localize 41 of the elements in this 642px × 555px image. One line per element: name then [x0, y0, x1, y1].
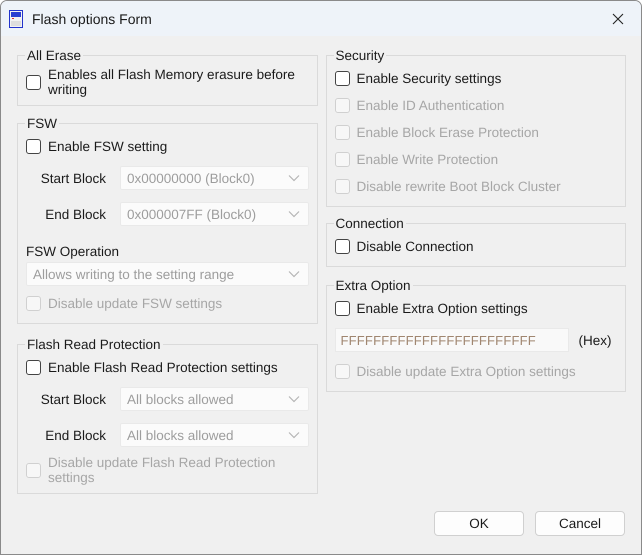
checkbox[interactable] [334, 239, 350, 254]
checkbox-label: Enable ID Authentication [356, 98, 504, 113]
checkbox-label: Disable update Flash Read Protection settings [48, 455, 276, 485]
app-icon [9, 10, 23, 28]
checkbox-label: Enable FSW setting [48, 139, 168, 154]
chevron-icon [288, 270, 300, 278]
checkbox-label: Disable update Extra Option settings [356, 364, 576, 379]
checkbox[interactable] [334, 301, 350, 316]
group-title: All Erase [26, 48, 82, 63]
checkbox-label: Disable update FSW settings [48, 296, 222, 311]
group-title: FSW [26, 116, 58, 131]
chevron-icon [288, 431, 300, 439]
field-label: Start Block [40, 392, 106, 406]
checkbox[interactable] [26, 360, 41, 375]
checkbox[interactable] [334, 71, 350, 86]
close-icon [612, 12, 624, 24]
checkbox-label: Enable Block Erase Protection [356, 125, 539, 140]
chevron-icon [288, 395, 300, 403]
field-label: FSW Operation [26, 243, 120, 261]
dialog-button[interactable]: Cancel [535, 511, 625, 536]
checkbox-label: Disable rewrite Boot Block Cluster [356, 179, 561, 194]
chevron-icon [288, 210, 300, 218]
window-title: Flash options Form [32, 10, 152, 26]
unit-label: (Hex) [578, 332, 612, 348]
field-label: End Block [44, 428, 106, 442]
checkbox-label: Disable Connection [356, 239, 474, 254]
checkbox-label: Enable Flash Read Protection settings [48, 360, 278, 375]
group-title: Security [334, 48, 386, 63]
group-title: Extra Option [334, 278, 412, 293]
checkbox[interactable] [26, 139, 41, 154]
group-title: Connection [334, 216, 405, 231]
checkbox[interactable] [26, 74, 41, 90]
checkbox-label: Enable Write Protection [356, 152, 498, 167]
chevron-icon [288, 174, 300, 182]
group-title: Flash Read Protection [26, 337, 162, 352]
field-label: End Block [44, 206, 106, 222]
field-label: Start Block [40, 170, 106, 186]
checkbox-label: Enables all Flash Memory erasure before writing [48, 67, 296, 97]
checkbox-label: Enable Extra Option settings [356, 301, 528, 316]
dialog-button[interactable]: OK [434, 511, 524, 536]
checkbox-label: Enable Security settings [356, 71, 502, 86]
